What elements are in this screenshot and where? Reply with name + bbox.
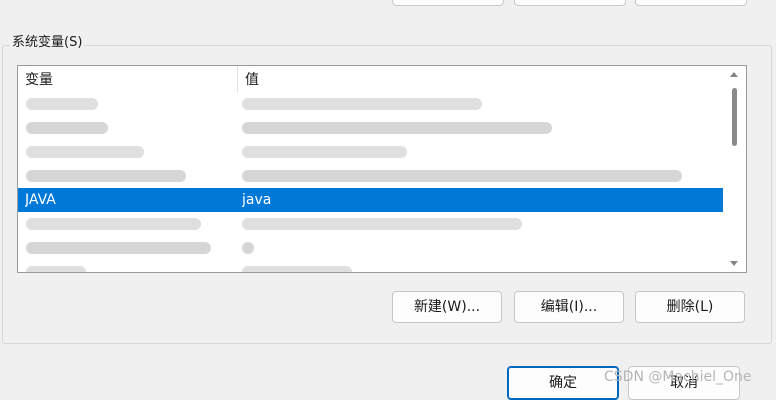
scroll-thumb[interactable] <box>732 88 737 146</box>
table-row[interactable] <box>18 92 723 116</box>
table-row[interactable] <box>18 140 723 164</box>
redacted-text <box>242 242 254 254</box>
table-row[interactable] <box>18 164 723 188</box>
redacted-text <box>242 266 352 272</box>
user-variables-buttons-partial <box>0 0 776 6</box>
list-header: 变量 值 <box>18 66 721 92</box>
column-header-value[interactable]: 值 <box>238 66 721 92</box>
user-var-new-button-partial[interactable] <box>392 0 504 6</box>
new-system-variable-button[interactable]: 新建(W)... <box>392 291 502 323</box>
table-row-selected[interactable]: JAVA java <box>18 188 723 212</box>
watermark: CSDN @Machiel_One <box>604 369 752 385</box>
redacted-text <box>242 170 682 182</box>
table-row[interactable] <box>18 260 723 272</box>
row-value: java <box>242 192 272 208</box>
delete-system-variable-button[interactable]: 删除(L) <box>635 291 745 323</box>
user-var-edit-button-partial[interactable] <box>514 0 626 6</box>
redacted-text <box>242 98 482 110</box>
row-variable: JAVA <box>25 192 56 208</box>
scroll-up-arrow-icon[interactable] <box>730 72 738 77</box>
redacted-text <box>26 266 86 272</box>
redacted-text <box>26 146 144 158</box>
table-row[interactable] <box>18 212 723 236</box>
column-header-variable[interactable]: 变量 <box>18 66 238 92</box>
edit-system-variable-button[interactable]: 编辑(I)... <box>514 291 624 323</box>
redacted-text <box>242 218 522 230</box>
redacted-text <box>26 242 211 254</box>
table-row[interactable] <box>18 236 723 260</box>
system-variables-list[interactable]: 变量 值 JAVA java <box>17 65 747 273</box>
redacted-text <box>26 218 201 230</box>
redacted-text <box>26 170 186 182</box>
redacted-text <box>242 146 407 158</box>
redacted-text <box>242 122 552 134</box>
user-var-delete-button-partial[interactable] <box>635 0 747 6</box>
table-row[interactable] <box>18 116 723 140</box>
scroll-down-arrow-icon[interactable] <box>730 261 738 266</box>
redacted-text <box>26 122 108 134</box>
system-variables-title: 系统变量(S) <box>10 34 85 52</box>
redacted-text <box>26 98 98 110</box>
vertical-scrollbar[interactable] <box>723 66 745 272</box>
